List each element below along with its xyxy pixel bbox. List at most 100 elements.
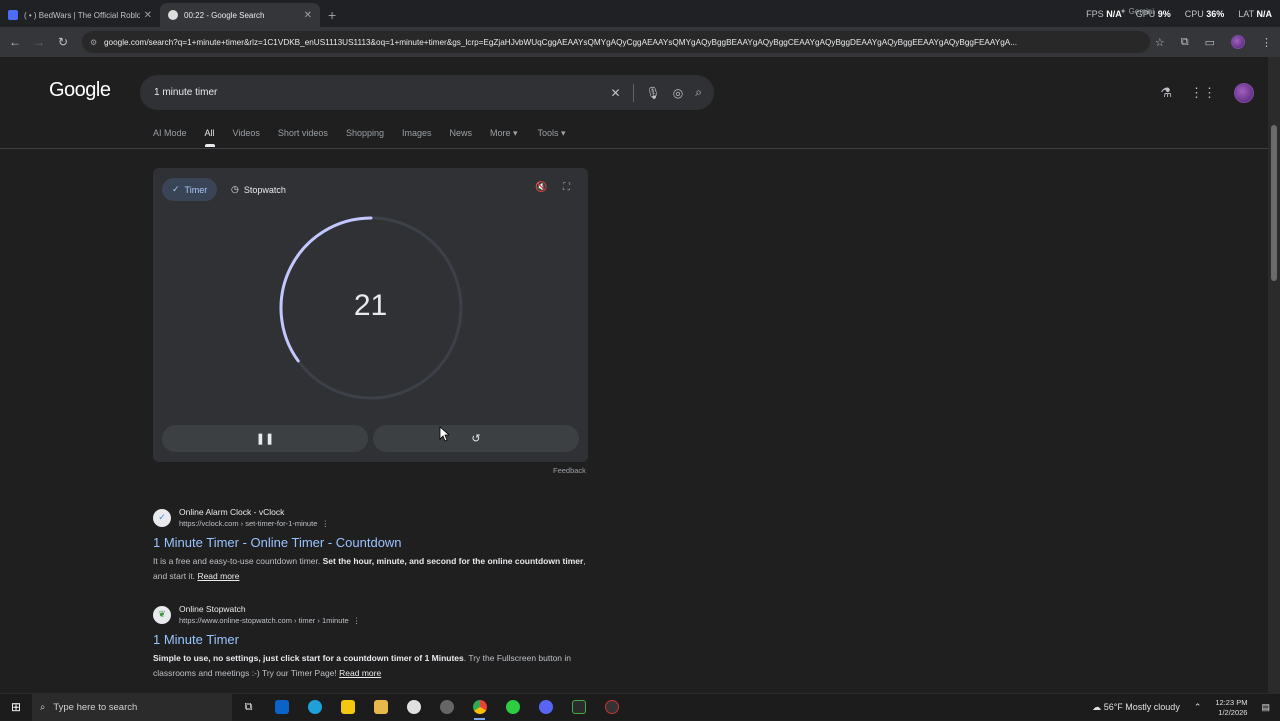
- labs-flask-icon[interactable]: ⚗: [1160, 85, 1172, 101]
- tab-title: 00:22 - Google Search: [184, 10, 265, 20]
- extensions-icon[interactable]: ⧉: [1181, 36, 1189, 49]
- task-view-icon[interactable]: ⧉: [232, 694, 265, 721]
- app-misc-icon[interactable]: [595, 694, 628, 721]
- search-result: ✓ Online Alarm Clock - vClock https://vc…: [153, 507, 593, 584]
- scrollbar-thumb[interactable]: [1271, 125, 1277, 281]
- forward-icon[interactable]: →: [27, 35, 51, 49]
- pause-icon: ❚❚: [255, 433, 275, 445]
- fullscreen-icon[interactable]: ⛶: [563, 182, 570, 193]
- header-actions: ⚗ ⋮⋮: [1160, 83, 1254, 103]
- tools-button[interactable]: Tools ▾: [538, 128, 566, 147]
- weather-widget[interactable]: ☁ 56°F Mostly cloudy: [1092, 702, 1180, 713]
- result-site[interactable]: ❦ Online Stopwatch https://www.online-st…: [153, 604, 593, 625]
- divider: [632, 83, 634, 102]
- tab-google-search[interactable]: 00:22 - Google Search ✕: [160, 3, 320, 27]
- account-avatar[interactable]: [1234, 83, 1254, 103]
- edge-icon[interactable]: [298, 694, 331, 721]
- close-tab-icon[interactable]: ✕: [304, 10, 312, 21]
- result-title-link[interactable]: 1 Minute Timer: [153, 632, 593, 647]
- lat-stat: LAT N/A: [1238, 9, 1272, 19]
- lens-icon[interactable]: ◎: [673, 86, 683, 100]
- search-results-page: Google 1 minute timer ✕ 🎙 ◎ ⌕ ⚗ ⋮⋮ AI Mo…: [0, 57, 1280, 693]
- tab-all[interactable]: All: [204, 128, 215, 147]
- back-icon[interactable]: ←: [3, 35, 27, 49]
- result-title-link[interactable]: 1 Minute Timer - Online Timer - Countdow…: [153, 535, 593, 550]
- taskbar-search-box[interactable]: ⌕ Type here to search: [32, 693, 232, 721]
- result-snippet: It is a free and easy-to-use countdown t…: [153, 556, 586, 581]
- terminal-icon[interactable]: [562, 694, 595, 721]
- close-tab-icon[interactable]: ✕: [144, 10, 152, 21]
- stopwatch-tab-button[interactable]: ◷ Stopwatch: [231, 178, 286, 201]
- reset-button[interactable]: ↺: [373, 425, 579, 452]
- clock-time: 12:23 PM: [1215, 697, 1248, 707]
- tab-ai-mode[interactable]: AI Mode: [153, 128, 187, 147]
- tab-images[interactable]: Images: [402, 128, 432, 147]
- discord-icon[interactable]: [529, 694, 562, 721]
- pause-button[interactable]: ❚❚: [162, 425, 368, 452]
- read-more-link[interactable]: Read more: [197, 571, 239, 581]
- google-logo[interactable]: Google: [49, 79, 111, 102]
- timer-widget: ✓ Timer ◷ Stopwatch 🔇 ⛶ 21 ❚❚ ↺: [153, 168, 588, 462]
- windows-start-icon[interactable]: ⊞: [0, 700, 32, 714]
- chrome-icon[interactable]: [463, 694, 496, 721]
- profile-avatar[interactable]: [1231, 35, 1245, 49]
- taskbar-clock[interactable]: 12:23 PM 1/2/2026: [1215, 698, 1247, 718]
- search-icon[interactable]: ⌕: [695, 85, 702, 100]
- mute-icon[interactable]: 🔇: [535, 182, 547, 193]
- app-green-icon[interactable]: [496, 694, 529, 721]
- notifications-icon[interactable]: ▤: [1261, 702, 1270, 713]
- app-red-icon[interactable]: [397, 694, 430, 721]
- timer-tab-button[interactable]: ✓ Timer: [162, 178, 218, 201]
- reload-icon[interactable]: ↻: [51, 35, 75, 49]
- performance-overlay: FPS N/A GPU 9% CPU 36% LAT N/A: [1086, 9, 1272, 19]
- clear-icon[interactable]: ✕: [610, 86, 620, 100]
- menu-icon[interactable]: ⋮: [1261, 36, 1272, 49]
- apps-grid-icon[interactable]: ⋮⋮: [1190, 85, 1216, 101]
- steam-icon[interactable]: [430, 694, 463, 721]
- gpu-stat: GPU 9%: [1135, 9, 1171, 19]
- search-input[interactable]: 1 minute timer ✕ 🎙 ◎ ⌕: [140, 75, 714, 110]
- tab-bedwars[interactable]: ( • ) BedWars | The Official Roblox ✕: [0, 3, 160, 27]
- windows-taskbar: ⊞ ⌕ Type here to search ⧉ ☁ 56°F Mostly …: [0, 693, 1280, 721]
- store-icon[interactable]: [331, 694, 364, 721]
- check-icon: ✓: [172, 184, 180, 194]
- tab-shopping[interactable]: Shopping: [346, 128, 384, 147]
- search-icon: ⌕: [40, 701, 46, 713]
- new-tab-icon[interactable]: +: [328, 3, 336, 27]
- stopwatch-tab-label: Stopwatch: [243, 184, 286, 195]
- stopwatch-favicon-icon: ❦: [153, 605, 171, 624]
- file-explorer-icon[interactable]: [364, 694, 397, 721]
- tab-short-videos[interactable]: Short videos: [278, 128, 328, 147]
- feedback-link[interactable]: Feedback: [553, 466, 586, 475]
- bookmark-star-icon[interactable]: ☆: [1155, 36, 1165, 49]
- browser-toolbar: ← → ↻ ⚙ google.com/search?q=1+minute+tim…: [0, 27, 1280, 57]
- site-info-icon[interactable]: ⚙: [90, 37, 100, 47]
- cpu-stat: CPU 36%: [1184, 9, 1225, 19]
- side-panel-icon[interactable]: ▭: [1205, 36, 1215, 49]
- clock-date: 1/2/2026: [1218, 707, 1248, 717]
- fps-stat: FPS N/A: [1086, 9, 1122, 19]
- vclock-favicon-icon: ✓: [153, 508, 171, 527]
- result-site[interactable]: ✓ Online Alarm Clock - vClock https://vc…: [153, 507, 593, 528]
- divider: [0, 148, 1268, 149]
- tab-news[interactable]: News: [450, 128, 473, 147]
- result-site-name: Online Stopwatch: [179, 604, 246, 614]
- search-result: ❦ Online Stopwatch https://www.online-st…: [153, 604, 593, 681]
- tray-chevron-icon[interactable]: ⌃: [1194, 702, 1202, 713]
- address-bar[interactable]: ⚙ google.com/search?q=1+minute+timer&rlz…: [82, 31, 1150, 53]
- mouse-cursor-icon: [439, 426, 449, 442]
- google-favicon-icon: [168, 10, 178, 20]
- toolbar-actions: ☆ ⧉ ▭ ⋮: [1155, 27, 1272, 57]
- tab-videos[interactable]: Videos: [233, 128, 260, 147]
- page-scrollbar[interactable]: [1268, 57, 1280, 693]
- reset-icon: ↺: [471, 433, 481, 445]
- tab-more[interactable]: More ▾: [490, 128, 518, 147]
- microphone-icon[interactable]: 🎙: [646, 86, 661, 100]
- result-url: https://vclock.com › set-timer-for-1-min…: [179, 519, 330, 528]
- read-more-link[interactable]: Read more: [339, 668, 381, 678]
- clock-icon: ◷: [231, 184, 239, 194]
- outlook-icon[interactable]: [265, 694, 298, 721]
- result-snippet: Simple to use, no settings, just click s…: [153, 653, 572, 678]
- result-url: https://www.online-stopwatch.com › timer…: [179, 616, 361, 625]
- url-text: google.com/search?q=1+minute+timer&rlz=1…: [104, 37, 1018, 47]
